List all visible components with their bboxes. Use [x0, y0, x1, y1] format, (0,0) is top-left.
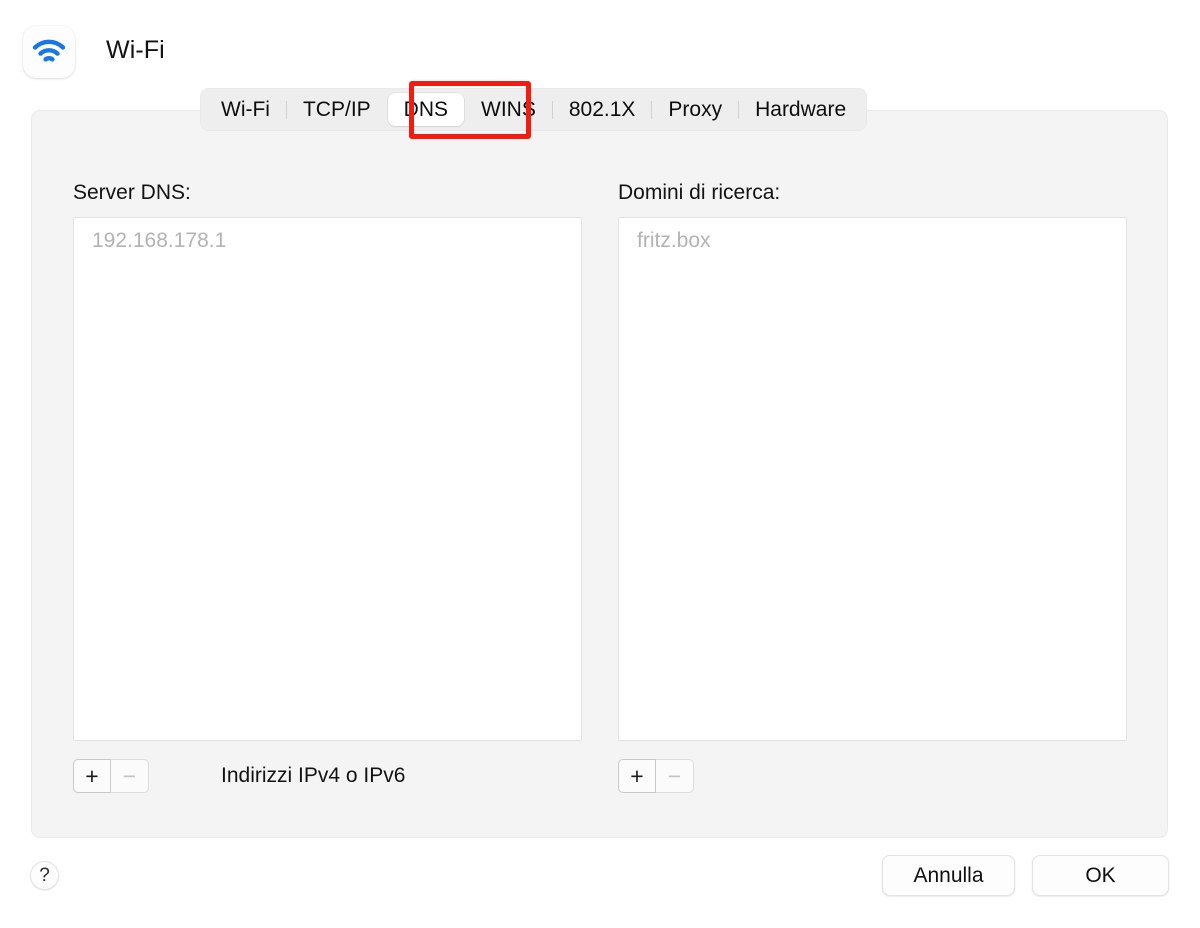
search-domains-segmented-control: + − [618, 759, 694, 793]
help-button[interactable]: ? [30, 861, 59, 890]
list-item[interactable]: fritz.box [619, 218, 1126, 253]
remove-dns-server-button[interactable]: − [111, 759, 149, 793]
search-domains-list[interactable]: fritz.box [618, 217, 1127, 741]
list-item[interactable]: 192.168.178.1 [74, 218, 581, 253]
tab-wins[interactable]: WINS [465, 93, 552, 126]
wifi-icon [23, 26, 75, 78]
tab-wi-fi[interactable]: Wi-Fi [205, 93, 286, 126]
dialog-header: Wi-Fi [0, 0, 1200, 88]
wifi-dns-settings-dialog: Wi-Fi Server DNS: 192.168.178.1 + − Indi… [0, 0, 1200, 928]
ok-button[interactable]: OK [1032, 855, 1169, 896]
tab-802-1x[interactable]: 802.1X [553, 93, 652, 126]
remove-search-domain-button[interactable]: − [656, 759, 694, 793]
settings-panel: Server DNS: 192.168.178.1 + − Indirizzi … [31, 110, 1168, 838]
settings-tab-bar: Wi-Fi TCP/IP DNS WINS 802.1X Proxy Hardware [200, 88, 868, 131]
dns-servers-list[interactable]: 192.168.178.1 [73, 217, 582, 741]
search-domains-label: Domini di ricerca: [618, 181, 781, 204]
tab-proxy[interactable]: Proxy [652, 93, 738, 126]
dns-servers-segmented-control: + − [73, 759, 149, 793]
dns-servers-caption: Indirizzi IPv4 o IPv6 [221, 764, 406, 787]
add-search-domain-button[interactable]: + [618, 759, 656, 793]
add-dns-server-button[interactable]: + [73, 759, 111, 793]
cancel-button[interactable]: Annulla [882, 855, 1015, 896]
tab-tcp-ip[interactable]: TCP/IP [287, 93, 387, 126]
tab-dns[interactable]: DNS [387, 93, 465, 126]
page-title: Wi-Fi [106, 36, 165, 64]
tab-hardware[interactable]: Hardware [739, 93, 862, 126]
dns-servers-label: Server DNS: [73, 181, 191, 204]
